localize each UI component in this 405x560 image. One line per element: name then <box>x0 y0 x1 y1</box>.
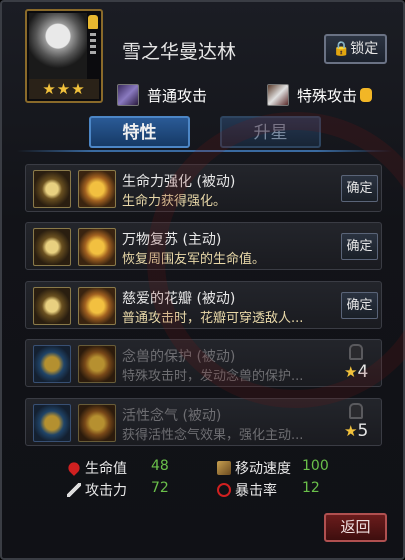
stat-hp: 生命值 48 <box>66 458 169 478</box>
boot-icon <box>217 461 231 475</box>
normal-attack-label: 普通攻击 <box>147 86 208 105</box>
flower-skill-icon <box>33 287 71 325</box>
skill-row-locked: 念兽的保护 (被动) 特殊攻击时，发动念兽的保护... ★4 <box>25 339 382 387</box>
lock-badge-icon <box>88 15 98 29</box>
hero-star-rating: ★★★ <box>29 79 99 99</box>
sun-skill-icon <box>78 228 116 266</box>
skill-row: 慈爱的花瓣 (被动) 普通攻击时，花瓣可穿透敌人... 确定 <box>25 281 382 329</box>
stat-crit: 暴击率 12 <box>217 480 320 500</box>
stat-value: 12 <box>302 480 320 496</box>
level-bars-icon <box>90 33 96 55</box>
star-requirement-value: 5 <box>357 421 369 441</box>
star-requirement-value: 4 <box>357 362 369 382</box>
star-icon: ★ <box>344 363 358 381</box>
stat-label: 攻击力 <box>85 483 127 499</box>
normal-attack-icon <box>117 84 139 106</box>
revive-skill-icon <box>33 228 71 266</box>
energy-figure-skill-icon <box>78 404 116 442</box>
crosshair-icon <box>217 483 231 497</box>
lock-icon <box>349 403 363 419</box>
star-requirement: ★4 <box>344 362 368 382</box>
energy-ring-skill-icon <box>33 404 71 442</box>
hero-portrait[interactable]: ★★★ <box>25 9 103 103</box>
skill-description: 生命力获得强化。 <box>122 194 227 209</box>
hero-name: 雪之华曼达林 <box>122 41 237 63</box>
back-button[interactable]: 返回 <box>324 513 387 542</box>
skill-title: 慈爱的花瓣 (被动) <box>122 291 236 307</box>
star-requirement: ★5 <box>344 421 368 441</box>
confirm-button[interactable]: 确定 <box>341 175 378 202</box>
beast-aura-skill-icon <box>78 345 116 383</box>
stat-speed: 移动速度 100 <box>217 458 329 478</box>
star-icon: ★ <box>344 422 358 440</box>
petal-skill-icon <box>78 287 116 325</box>
tab-star-up[interactable]: 升星 <box>220 116 321 148</box>
stat-attack: 攻击力 72 <box>67 480 169 500</box>
special-attack[interactable]: 特殊攻击 <box>267 82 373 108</box>
confirm-button[interactable]: 确定 <box>341 292 378 319</box>
lock-icon <box>349 344 363 360</box>
hero-detail-panel: ★★★ 雪之华曼达林 🔒锁定 普通攻击 特殊攻击 特性 升星 生命力强化 (被动… <box>0 0 405 560</box>
stat-value: 100 <box>302 458 329 474</box>
heart-shield-skill-icon <box>78 170 116 208</box>
stat-label: 移动速度 <box>235 461 291 477</box>
skill-title: 生命力强化 (被动) <box>122 174 236 190</box>
skill-description: 特殊攻击时，发动念兽的保护... <box>122 369 304 384</box>
skill-row: 万物复苏 (主动) 恢复周围友军的生命值。 确定 <box>25 222 382 270</box>
sword-icon <box>67 483 81 497</box>
skill-title: 万物复苏 (主动) <box>122 232 222 248</box>
sword-skill-icon <box>33 170 71 208</box>
tab-traits[interactable]: 特性 <box>89 116 190 148</box>
tab-divider <box>17 150 392 152</box>
stat-label: 生命值 <box>85 461 127 477</box>
skill-description: 恢复周围友军的生命值。 <box>122 252 266 267</box>
heart-icon <box>66 460 82 476</box>
skill-title: 活性念气 (被动) <box>122 408 222 424</box>
skill-description: 获得活性念气效果，强化主动... <box>122 428 304 443</box>
lock-button[interactable]: 🔒锁定 <box>324 34 387 64</box>
skill-description: 普通攻击时，花瓣可穿透敌人... <box>122 311 304 326</box>
normal-attack[interactable]: 普通攻击 <box>117 82 207 108</box>
stat-label: 暴击率 <box>235 483 277 499</box>
skill-row-locked: 活性念气 (被动) 获得活性念气效果，强化主动... ★5 <box>25 398 382 446</box>
skill-title: 念兽的保护 (被动) <box>122 349 236 365</box>
hero-avatar <box>29 13 87 79</box>
stat-value: 48 <box>151 458 169 474</box>
beast-skill-icon <box>33 345 71 383</box>
skill-row: 生命力强化 (被动) 生命力获得强化。 确定 <box>25 164 382 212</box>
stat-value: 72 <box>151 480 169 496</box>
special-attack-icon <box>267 84 289 106</box>
hand-pointer-icon <box>360 88 373 102</box>
special-attack-label: 特殊攻击 <box>297 86 358 105</box>
confirm-button[interactable]: 确定 <box>341 233 378 260</box>
